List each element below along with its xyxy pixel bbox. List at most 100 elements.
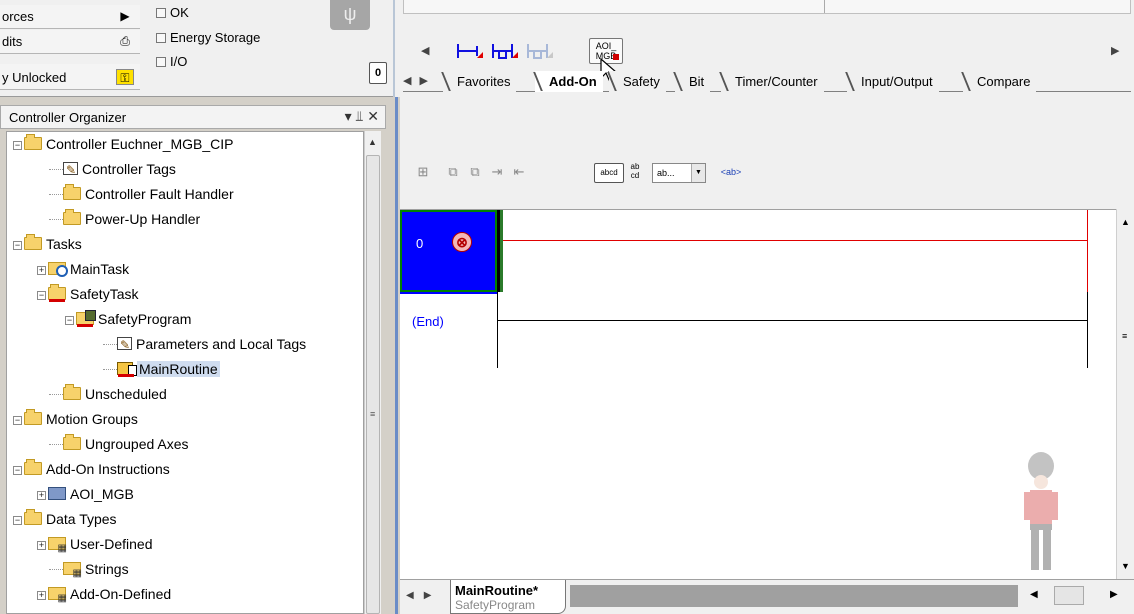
- organizer-window-controls-icon[interactable]: ▾ ⫫ ✕: [345, 108, 379, 125]
- accept-edits-icon[interactable]: ⇥: [488, 162, 506, 182]
- horizontal-scroll-thumb[interactable]: [1054, 586, 1084, 605]
- rung-icon[interactable]: [455, 40, 485, 62]
- toolbar-scroll-left-icon[interactable]: ◀: [421, 44, 429, 57]
- show-descriptions-button[interactable]: abcd: [594, 163, 624, 183]
- task-icon: [48, 262, 68, 277]
- toolbar-scroll-right-icon[interactable]: ▶: [1111, 44, 1119, 57]
- ladder-diagram-pane[interactable]: 0 ⊗ (End): [400, 209, 1116, 580]
- organizer-scroll-thumb[interactable]: [366, 155, 380, 614]
- chevron-down-icon[interactable]: ▼: [691, 164, 705, 182]
- expand-icon[interactable]: +: [37, 266, 46, 275]
- tab-compare[interactable]: Compare: [963, 71, 1037, 92]
- wrap-text-button[interactable]: ab cd: [628, 162, 642, 182]
- tree-item-main-routine[interactable]: MainRoutine: [103, 357, 220, 382]
- expand-icon[interactable]: +: [37, 591, 46, 600]
- collapse-icon[interactable]: −: [13, 416, 22, 425]
- tree-item-main-task[interactable]: + MainTask: [37, 257, 129, 282]
- forces-status-label: orces: [2, 9, 34, 24]
- instruction-toolbar: ◀ ▶ AOI_ MGB ◀▶ Favorites Add-On Safety …: [393, 0, 1134, 100]
- expand-icon[interactable]: +: [37, 541, 46, 550]
- key-switch-icon: ψ: [330, 0, 370, 30]
- verify-icon[interactable]: ⧉: [444, 162, 462, 182]
- rung-number: 0: [416, 236, 424, 251]
- tab-main-routine[interactable]: MainRoutine* SafetyProgram: [450, 580, 566, 614]
- tree-item-unscheduled[interactable]: Unscheduled: [49, 382, 167, 407]
- ladder-editor-toolbar: ⊞ ⧉ ⧉ ⇥ ⇤ abcd ab cd ab... ▼ <ab>: [400, 158, 800, 188]
- scroll-down-icon[interactable]: ▼: [1121, 561, 1130, 571]
- tab-nav-arrows-icon[interactable]: ◀▶: [406, 590, 441, 601]
- tree-item-safety-program[interactable]: − SafetyProgram: [65, 307, 191, 332]
- tab-bar-empty-area: [570, 585, 1018, 607]
- tree-item-controller[interactable]: − Controller Euchner_MGB_CIP: [13, 132, 234, 157]
- left-power-rail-energized: [500, 210, 503, 292]
- tree-item-motion-groups[interactable]: − Motion Groups: [13, 407, 138, 432]
- ladder-horizontal-scrollbar[interactable]: ◀ ▶: [1024, 584, 1128, 608]
- tree-item-power-up-handler[interactable]: Power-Up Handler: [49, 207, 200, 232]
- tree-item-ungrouped-axes[interactable]: Ungrouped Axes: [49, 432, 189, 457]
- rung-margin-lower: [400, 294, 497, 580]
- folder-icon: [63, 434, 81, 450]
- tree-item-aoi-mgb[interactable]: + AOI_MGB: [37, 482, 134, 507]
- branch-icon[interactable]: [490, 40, 520, 62]
- collapse-icon[interactable]: −: [65, 316, 74, 325]
- tab-input-output[interactable]: Input/Output: [847, 71, 939, 92]
- tab-timer-counter[interactable]: Timer/Counter: [721, 71, 824, 92]
- scroll-up-icon[interactable]: ▲: [1121, 217, 1130, 227]
- edits-status-row[interactable]: dits ⎙: [0, 30, 140, 54]
- ladder-routine-icon: [117, 362, 137, 377]
- tab-scroll-arrows-icon[interactable]: ◀▶: [403, 74, 443, 87]
- pane-splitter[interactable]: [386, 97, 400, 614]
- safety-unlocked-row[interactable]: y Unlocked ⚿: [0, 64, 140, 90]
- tree-item-add-on-instructions[interactable]: − Add-On Instructions: [13, 457, 170, 482]
- expand-icon[interactable]: +: [37, 491, 46, 500]
- organizer-vertical-scrollbar[interactable]: ▲ ≡: [364, 131, 381, 614]
- tag-name-display-button[interactable]: <ab>: [718, 162, 744, 182]
- cancel-edits-icon[interactable]: ⇤: [510, 162, 528, 182]
- tree-item-parameters-local-tags[interactable]: Parameters and Local Tags: [103, 332, 306, 358]
- safety-lock-icon[interactable]: ⚿: [116, 69, 134, 85]
- verify-all-icon[interactable]: ⧉: [466, 162, 484, 182]
- lock-icon[interactable]: 0: [369, 62, 387, 84]
- end-rung-wire: [498, 320, 1088, 321]
- tree-item-tasks[interactable]: − Tasks: [13, 232, 82, 257]
- toolbar-top-strip: [403, 0, 1131, 14]
- description-display-value: ab...: [657, 168, 675, 178]
- add-on-instruction-icon: [48, 487, 66, 500]
- collapse-icon[interactable]: −: [13, 466, 22, 475]
- rung-0-margin-cell[interactable]: 0 ⊗: [400, 210, 497, 292]
- tab-add-on[interactable]: Add-On: [535, 71, 603, 92]
- ok-indicator: OK: [156, 5, 189, 20]
- scroll-grip-icon: ≡: [370, 409, 376, 419]
- collapse-icon[interactable]: −: [37, 291, 46, 300]
- scroll-up-icon[interactable]: ▲: [368, 137, 377, 147]
- rung-edit-icon[interactable]: ⊞: [414, 162, 432, 182]
- tab-safety[interactable]: Safety: [609, 71, 666, 92]
- scroll-right-icon[interactable]: ▶: [1110, 589, 1118, 600]
- safety-unlocked-label: y Unlocked: [2, 70, 67, 85]
- instruction-tab-row: ◀▶ Favorites Add-On Safety Bit Timer/Cou…: [403, 71, 1131, 92]
- branch-level-icon[interactable]: [525, 40, 555, 62]
- tags-icon: [117, 333, 132, 358]
- tab-bit[interactable]: Bit: [675, 71, 711, 92]
- tab-favorites[interactable]: Favorites: [443, 71, 517, 92]
- rung-0-wire[interactable]: [503, 240, 1088, 241]
- collapse-icon[interactable]: −: [13, 516, 22, 525]
- tree-item-controller-tags[interactable]: Controller Tags: [49, 157, 176, 183]
- folder-icon: [24, 459, 42, 475]
- collapse-icon[interactable]: −: [13, 141, 22, 150]
- tree-item-controller-fault-handler[interactable]: Controller Fault Handler: [49, 182, 234, 207]
- forces-dropdown-icon[interactable]: ▶: [116, 8, 134, 24]
- forces-status-row[interactable]: orces ▶: [0, 5, 140, 29]
- tree-item-data-types[interactable]: − Data Types: [13, 507, 117, 532]
- collapse-icon[interactable]: −: [13, 241, 22, 250]
- tree-item-user-defined[interactable]: +User-Defined: [37, 532, 152, 561]
- scroll-left-icon[interactable]: ◀: [1030, 589, 1038, 600]
- data-type-folder-icon: [48, 586, 67, 611]
- tree-item-add-on-defined[interactable]: +Add-On-Defined: [37, 582, 171, 611]
- tree-item-safety-task[interactable]: − SafetyTask: [37, 282, 138, 307]
- ladder-vertical-scrollbar[interactable]: ▲ ≡ ▼: [1116, 209, 1134, 579]
- end-rung-label: (End): [412, 314, 444, 329]
- tree-item-strings[interactable]: Strings: [49, 557, 129, 586]
- safety-program-icon: [76, 310, 96, 327]
- description-display-combo[interactable]: ab... ▼: [652, 163, 706, 183]
